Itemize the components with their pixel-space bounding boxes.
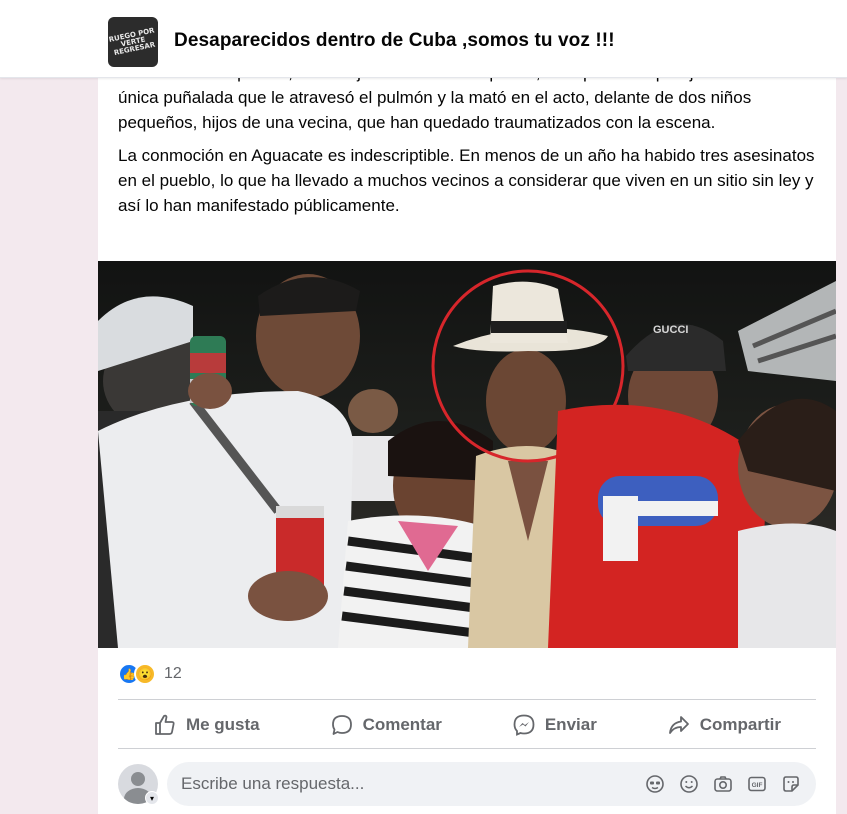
comment-label: Comentar [362,715,442,734]
avatar-sticker-icon[interactable] [644,773,666,795]
divider [118,699,816,700]
group-header: RUEGO POR VERTE REGRESAR Desaparecidos d… [0,0,847,78]
like-button[interactable]: Me gusta [153,713,260,737]
thumbs-up-icon [155,714,175,735]
reaction-summary[interactable]: 👍 😮 12 [118,660,182,688]
send-label: Enviar [544,715,597,734]
action-bar: Me gusta Comentar Enviar Compartir [118,703,816,747]
svg-text:GIF: GIF [752,782,763,789]
comment-button[interactable]: Comentar [330,713,442,737]
post-photo[interactable]: GUCCI [98,261,836,648]
divider [118,748,816,749]
chevron-down-icon[interactable]: ▾ [145,791,159,805]
cap-logo-text: GUCCI [653,324,688,336]
messenger-icon [513,714,535,736]
comment-tools: GIF [644,773,802,795]
share-button[interactable]: Compartir [667,713,781,737]
comment-input[interactable] [181,774,644,794]
group-avatar[interactable]: RUEGO POR VERTE REGRESAR [108,17,158,67]
post-body: asesinato en el pueblo, el de la joven A… [118,60,818,226]
share-icon [668,716,689,734]
emoji-icon[interactable] [678,773,700,795]
sticker-icon[interactable] [780,773,802,795]
share-label: Compartir [699,715,781,734]
post-paragraph: La conmoción en Aguacate es indescriptib… [118,146,815,215]
send-button[interactable]: Enviar [512,713,597,737]
photo-illustration: GUCCI [98,269,836,648]
group-title[interactable]: Desaparecidos dentro de Cuba ,somos tu v… [174,30,615,52]
comment-input-box[interactable]: GIF [167,762,816,806]
comment-composer: GIF [118,762,816,806]
gif-icon[interactable]: GIF [746,773,768,795]
camera-icon[interactable] [712,773,734,795]
wow-icon: 😮 [134,663,156,685]
comment-icon [331,715,352,735]
reaction-count: 12 [164,665,182,682]
like-label: Me gusta [185,715,260,734]
group-avatar-text: RUEGO POR VERTE REGRESAR [108,25,156,57]
